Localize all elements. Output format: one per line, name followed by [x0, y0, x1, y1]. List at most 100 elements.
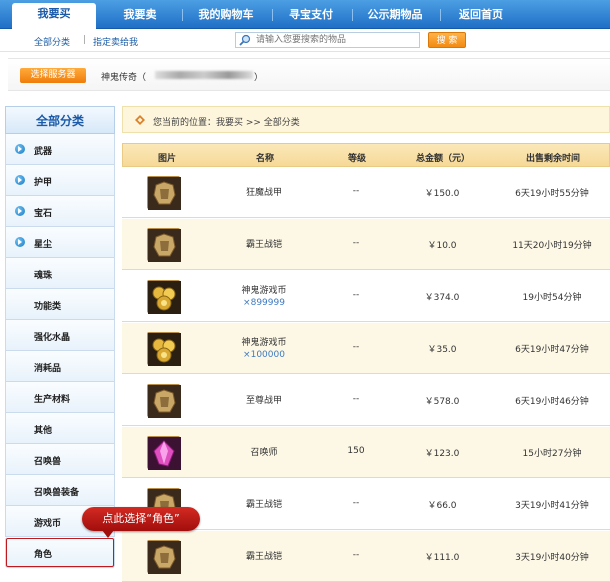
item-level: --: [352, 186, 360, 196]
armor-icon[interactable]: [147, 540, 181, 574]
sidebar-item-character[interactable]: 角色: [5, 537, 115, 568]
sidebar-item-stardust[interactable]: 星尘: [5, 227, 115, 258]
item-name-link[interactable]: 霸王战铠: [224, 497, 304, 510]
sell-to-me-link[interactable]: 指定卖给我: [93, 35, 138, 48]
breadcrumb: 您当前的位置：我要买 >> 全部分类: [122, 106, 610, 133]
table-row[interactable]: 神鬼游戏币 ×100000 -- ￥35.0 6天19小时47分钟: [122, 323, 610, 374]
breadcrumb-text: 您当前的位置：我要买 >> 全部分类: [153, 118, 300, 128]
category-sidebar: 全部分类 武器 护甲 宝石 星尘 魂珠 功能类 强化水晶 消耗品 生产材料 其他…: [5, 106, 115, 576]
item-level: --: [352, 550, 360, 560]
expand-arrow-icon[interactable]: [15, 144, 25, 154]
item-price: ￥150.0: [424, 189, 460, 199]
server-bar: 选择服务器 神鬼传奇（ ）: [8, 58, 610, 91]
expand-arrow-icon[interactable]: [15, 206, 25, 216]
item-price: ￥66.0: [427, 501, 457, 511]
sidebar-item-label: 武器: [34, 147, 53, 157]
tab-buy[interactable]: 我要买: [12, 3, 96, 30]
nav-divider: [440, 9, 441, 21]
item-level: 150: [347, 446, 365, 456]
sidebar-item-material[interactable]: 生产材料: [5, 382, 115, 413]
sidebar-item-crystal[interactable]: 强化水晶: [5, 320, 115, 351]
item-quantity: ×100000: [243, 350, 285, 360]
item-time-left: 15小时27分钟: [522, 449, 582, 459]
sidebar-item-function[interactable]: 功能类: [5, 289, 115, 320]
nav-divider: [352, 9, 353, 21]
crystal-icon[interactable]: [147, 436, 181, 470]
table-row[interactable]: 召唤师 150 ￥123.0 15小时27分钟: [122, 427, 610, 478]
item-name-link[interactable]: 至尊战甲: [224, 393, 304, 406]
hint-callout: 点此选择“角色”: [82, 507, 200, 538]
sidebar-item-label: 星尘: [34, 240, 53, 250]
item-time-left: 11天20小时19分钟: [512, 241, 592, 251]
tab-home[interactable]: 返回首页: [444, 4, 518, 29]
nav-divider: [182, 9, 183, 21]
select-server-button[interactable]: 选择服务器: [20, 68, 86, 83]
tab-sell[interactable]: 我要卖: [104, 4, 176, 29]
sidebar-item-summon-gear[interactable]: 召唤兽装备: [5, 475, 115, 506]
all-categories-link[interactable]: 全部分类: [34, 35, 70, 48]
col-header-name: 名称: [255, 154, 274, 164]
sidebar-item-label: 召唤兽: [34, 457, 62, 467]
search-button[interactable]: 搜 索: [428, 32, 466, 48]
sidebar-item-consumable[interactable]: 消耗品: [5, 351, 115, 382]
expand-arrow-icon[interactable]: [15, 175, 25, 185]
expand-arrow-icon[interactable]: [15, 237, 25, 247]
item-level: --: [352, 394, 360, 404]
item-price: ￥35.0: [427, 345, 457, 355]
item-quantity: ×899999: [243, 298, 285, 308]
item-price: ￥578.0: [424, 397, 460, 407]
coin-icon[interactable]: [147, 280, 181, 314]
search-box: [235, 32, 420, 48]
armor-icon[interactable]: [147, 384, 181, 418]
search-input[interactable]: [256, 33, 416, 47]
sidebar-item-other[interactable]: 其他: [5, 413, 115, 444]
sidebar-item-gem[interactable]: 宝石: [5, 196, 115, 227]
table-row[interactable]: 至尊战甲 -- ￥578.0 6天19小时46分钟: [122, 375, 610, 426]
top-nav: 我要买 我要卖 我的购物车 寻宝支付 公示期物品 返回首页: [0, 0, 610, 30]
item-price: ￥111.0: [424, 553, 460, 563]
sidebar-item-summon[interactable]: 召唤兽: [5, 444, 115, 475]
sidebar-item-label: 游戏币: [34, 519, 62, 529]
location-icon: [135, 115, 145, 125]
tab-cart[interactable]: 我的购物车: [186, 4, 266, 29]
item-price: ￥123.0: [424, 449, 460, 459]
col-header-time: 出售剩余时间: [525, 154, 580, 164]
sidebar-item-label: 消耗品: [34, 364, 62, 374]
col-header-level: 等级: [347, 154, 366, 164]
item-time-left: 6天19小时46分钟: [515, 397, 589, 407]
item-price: ￥10.0: [427, 241, 457, 251]
item-time-left: 19小时54分钟: [522, 293, 582, 303]
table-row[interactable]: 霸王战铠 -- ￥10.0 11天20小时19分钟: [122, 219, 610, 270]
item-time-left: 3天19小时40分钟: [515, 553, 589, 563]
item-name-link[interactable]: 神鬼游戏币: [224, 335, 304, 348]
sidebar-item-label: 宝石: [34, 209, 53, 219]
item-level: --: [352, 498, 360, 508]
sidebar-item-weapon[interactable]: 武器: [5, 134, 115, 165]
server-name-close: ）: [254, 73, 264, 83]
sub-bar: 全部分类 | 指定卖给我 搜 索: [0, 29, 610, 52]
sidebar-item-armor[interactable]: 护甲: [5, 165, 115, 196]
item-name-link[interactable]: 召唤师: [224, 445, 304, 458]
sidebar-item-label: 强化水晶: [34, 333, 71, 343]
sidebar-item-label: 召唤兽装备: [34, 488, 80, 498]
item-name-link[interactable]: 神鬼游戏币: [224, 283, 304, 296]
item-time-left: 6天19小时47分钟: [515, 345, 589, 355]
item-name-link[interactable]: 霸王战铠: [224, 549, 304, 562]
item-time-left: 6天19小时55分钟: [515, 189, 589, 199]
sidebar-item-label: 功能类: [34, 302, 62, 312]
table-row[interactable]: 神鬼游戏币 ×899999 -- ￥374.0 19小时54分钟: [122, 271, 610, 322]
item-price: ￥374.0: [424, 293, 460, 303]
tab-pay[interactable]: 寻宝支付: [276, 4, 346, 29]
item-name-link[interactable]: 霸王战铠: [224, 237, 304, 250]
item-name-link[interactable]: 狂魔战甲: [224, 185, 304, 198]
armor-icon[interactable]: [147, 176, 181, 210]
table-header: 图片 名称 等级 总金额（元） 出售剩余时间: [122, 143, 610, 167]
coin-icon[interactable]: [147, 332, 181, 366]
sidebar-item-soul-bead[interactable]: 魂珠: [5, 258, 115, 289]
table-row[interactable]: 霸王战铠 -- ￥111.0 3天19小时40分钟: [122, 531, 610, 582]
table-row[interactable]: 狂魔战甲 -- ￥150.0 6天19小时55分钟: [122, 167, 610, 218]
tab-public-items[interactable]: 公示期物品: [356, 4, 434, 29]
col-header-price: 总金额（元）: [415, 154, 470, 164]
armor-icon[interactable]: [147, 228, 181, 262]
sidebar-item-label: 魂珠: [34, 271, 53, 281]
